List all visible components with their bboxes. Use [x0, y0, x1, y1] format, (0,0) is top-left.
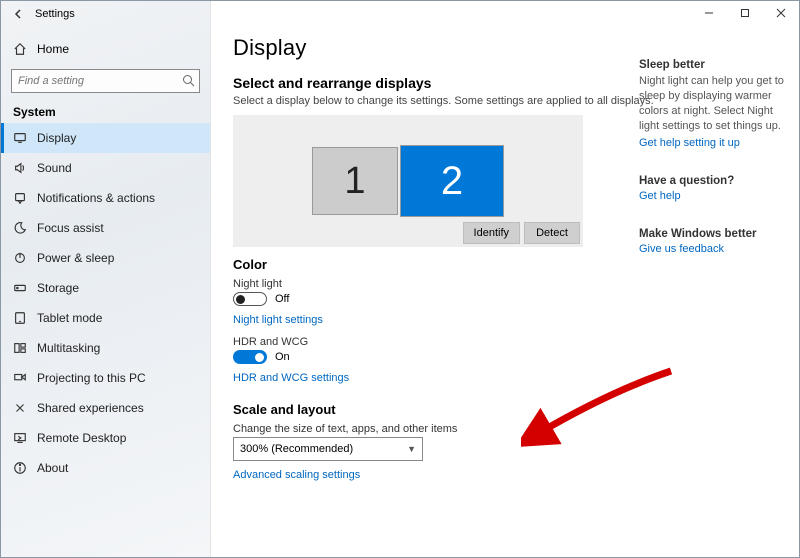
sidebar-item-label: Storage [37, 281, 79, 295]
night-light-settings-link[interactable]: Night light settings [233, 314, 323, 326]
detect-button[interactable]: Detect [524, 222, 580, 244]
better-title: Make Windows better [639, 228, 785, 240]
question-title: Have a question? [639, 175, 785, 187]
back-button[interactable] [11, 6, 27, 22]
main-content: Display Select and rearrange displays Se… [211, 1, 799, 557]
help-panel: Sleep better Night light can help you ge… [639, 59, 785, 281]
sidebar-item-tablet-mode[interactable]: Tablet mode [1, 303, 210, 333]
sidebar-item-display[interactable]: Display [1, 123, 210, 153]
sleep-better-link[interactable]: Get help setting it up [639, 137, 740, 149]
hdr-label: HDR and WCG [233, 336, 781, 348]
page-title: Display [233, 35, 781, 61]
question-link[interactable]: Get help [639, 190, 681, 202]
identify-button[interactable]: Identify [463, 222, 520, 244]
tablet-icon [13, 311, 27, 325]
hdr-toggle[interactable] [233, 350, 267, 364]
sidebar-item-multitasking[interactable]: Multitasking [1, 333, 210, 363]
arrow-left-icon [13, 8, 25, 20]
home-label: Home [37, 42, 69, 56]
sidebar-item-label: Shared experiences [37, 401, 144, 415]
night-light-state: Off [275, 293, 289, 305]
sidebar-item-label: Remote Desktop [37, 431, 126, 445]
sidebar-item-notifications-actions[interactable]: Notifications & actions [1, 183, 210, 213]
remote-icon [13, 431, 27, 445]
sidebar-item-sound[interactable]: Sound [1, 153, 210, 183]
better-block: Make Windows better Give us feedback [639, 228, 785, 259]
sidebar-item-label: Sound [37, 161, 72, 175]
sidebar-item-label: Focus assist [37, 221, 104, 235]
sleep-better-block: Sleep better Night light can help you ge… [639, 59, 785, 153]
display-icon [13, 131, 27, 145]
sidebar-item-label: Tablet mode [37, 311, 102, 325]
chevron-down-icon: ▼ [407, 444, 416, 454]
hdr-state: On [275, 351, 290, 363]
display-arranger[interactable]: 1 2 Identify Detect [233, 115, 583, 247]
home-link[interactable]: Home [1, 35, 210, 63]
sleep-better-title: Sleep better [639, 59, 785, 71]
sidebar-item-shared-experiences[interactable]: Shared experiences [1, 393, 210, 423]
power-icon [13, 251, 27, 265]
window-title: Settings [35, 8, 75, 20]
search-icon [182, 74, 195, 87]
night-light-toggle[interactable] [233, 292, 267, 306]
home-icon [13, 42, 27, 56]
scale-size-value: 300% (Recommended) [240, 443, 353, 455]
sidebar-item-power-sleep[interactable]: Power & sleep [1, 243, 210, 273]
scale-size-label: Change the size of text, apps, and other… [233, 423, 781, 435]
search-box [11, 69, 200, 93]
sidebar-item-label: About [37, 461, 68, 475]
display-2[interactable]: 2 [400, 145, 504, 217]
settings-window: Settings Home System Display Sound Notific… [0, 0, 800, 558]
scale-title: Scale and layout [233, 402, 781, 417]
scale-size-select[interactable]: 300% (Recommended) ▼ [233, 437, 423, 461]
hdr-settings-link[interactable]: HDR and WCG settings [233, 372, 349, 384]
sidebar-item-label: Multitasking [37, 341, 100, 355]
arrange-buttons: Identify Detect [463, 222, 580, 244]
sidebar-item-label: Projecting to this PC [37, 371, 146, 385]
sidebar-item-projecting-to-this-pc[interactable]: Projecting to this PC [1, 363, 210, 393]
sidebar-category: System [1, 99, 210, 123]
sidebar-item-label: Power & sleep [37, 251, 114, 265]
sidebar-item-remote-desktop[interactable]: Remote Desktop [1, 423, 210, 453]
sleep-better-body: Night light can help you get to sleep by… [639, 74, 785, 133]
sidebar-item-focus-assist[interactable]: Focus assist [1, 213, 210, 243]
about-icon [13, 461, 27, 475]
share-icon [13, 401, 27, 415]
sidebar-item-label: Notifications & actions [37, 191, 155, 205]
sound-icon [13, 161, 27, 175]
sidebar-item-storage[interactable]: Storage [1, 273, 210, 303]
better-link[interactable]: Give us feedback [639, 243, 724, 255]
moon-icon [13, 221, 27, 235]
sidebar-item-about[interactable]: About [1, 453, 210, 483]
sidebar-nav: Display Sound Notifications & actions Focus… [1, 123, 210, 483]
advanced-scaling-link[interactable]: Advanced scaling settings [233, 469, 360, 481]
multitask-icon [13, 341, 27, 355]
project-icon [13, 371, 27, 385]
search-input[interactable] [11, 69, 200, 93]
sidebar: Home System Display Sound Notifications & … [1, 1, 211, 557]
display-1[interactable]: 1 [312, 147, 398, 215]
question-block: Have a question? Get help [639, 175, 785, 206]
notify-icon [13, 191, 27, 205]
sidebar-item-label: Display [37, 131, 76, 145]
storage-icon [13, 281, 27, 295]
